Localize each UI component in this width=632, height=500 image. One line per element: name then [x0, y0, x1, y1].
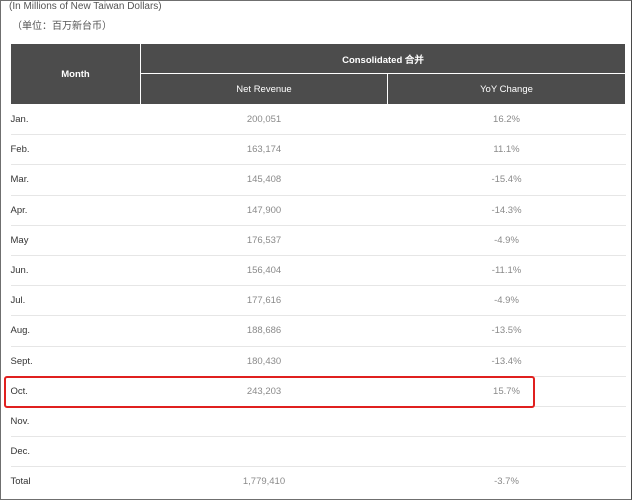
month-cell: Apr.: [10, 195, 141, 226]
net-revenue-cell: 163,174: [140, 134, 388, 166]
month-cell: Oct.: [10, 376, 141, 407]
month-cell: Jul.: [10, 285, 141, 317]
month-cell: Feb.: [10, 134, 141, 166]
net-revenue-cell: 145,408: [140, 164, 388, 196]
yoy-change-cell: [387, 436, 626, 468]
month-cell: Aug.: [10, 315, 141, 347]
table-row: Jan. 200,051 16.2%: [10, 104, 626, 136]
month-cell: Total: [10, 476, 31, 488]
yoy-change-cell: -15.4%: [387, 164, 626, 196]
column-group-header-consolidated: Consolidated 合并: [140, 43, 626, 74]
table-row-highlighted: Oct. 243,203 15.7%: [10, 376, 626, 407]
table-body: Jan. 200,051 16.2% Feb. 163,174 11.1% Ma…: [10, 104, 626, 497]
yoy-change-cell: -14.3%: [387, 195, 626, 226]
net-revenue-cell: [140, 406, 388, 438]
unit-note-english: (In Millions of New Taiwan Dollars): [9, 1, 162, 12]
table-row: May 176,537 -4.9%: [10, 225, 626, 256]
yoy-change-cell: -13.4%: [387, 346, 626, 377]
table-row: Apr. 147,900 -14.3%: [10, 195, 626, 226]
yoy-change-cell: 15.7%: [387, 376, 626, 407]
column-header-month: Month: [10, 43, 141, 105]
month-cell: Nov.: [10, 406, 141, 438]
yoy-change-cell: -13.5%: [387, 315, 626, 347]
column-header-yoy-change: YoY Change: [387, 73, 626, 105]
unit-note-chinese: （单位：百万新台币）: [12, 21, 112, 32]
yoy-change-cell: -4.9%: [387, 225, 626, 256]
yoy-change-cell: 11.1%: [387, 134, 626, 166]
net-revenue-cell: 200,051: [140, 104, 388, 136]
monthly-revenue-table: Month Consolidated 合并 Net Revenue YoY Ch…: [10, 43, 626, 496]
table-row: Sept. 180,430 -13.4%: [10, 346, 626, 377]
yoy-change-cell: [387, 406, 626, 438]
net-revenue-cell: 176,537: [140, 225, 388, 256]
table-row: Nov.: [10, 406, 626, 438]
month-cell: Jan.: [10, 104, 141, 136]
table-row: Jun. 156,404 -11.1%: [10, 255, 626, 287]
table-header: Month Consolidated 合并 Net Revenue YoY Ch…: [10, 43, 626, 105]
net-revenue-cell: 1,779,410: [242, 476, 286, 488]
month-cell: Jun.: [10, 255, 141, 287]
table-row: Mar. 145,408 -15.4%: [10, 164, 626, 196]
net-revenue-cell: 180,430: [140, 346, 388, 377]
net-revenue-cell: 147,900: [140, 195, 388, 226]
net-revenue-cell: 156,404: [140, 255, 388, 287]
yoy-change-cell: -3.7%: [494, 476, 519, 488]
month-cell: Dec.: [10, 436, 141, 468]
table-row: Feb. 163,174 11.1%: [10, 134, 626, 166]
yoy-change-cell: -11.1%: [387, 255, 626, 287]
month-cell: Sept.: [10, 346, 141, 377]
net-revenue-cell: 243,203: [140, 376, 388, 407]
month-cell: May: [10, 225, 141, 256]
column-header-net-revenue: Net Revenue: [140, 73, 388, 105]
net-revenue-cell: 177,616: [140, 285, 388, 317]
yoy-change-cell: 16.2%: [387, 104, 626, 136]
table-row: Jul. 177,616 -4.9%: [10, 285, 626, 317]
month-cell: Mar.: [10, 164, 141, 196]
table-row: Aug. 188,686 -13.5%: [10, 315, 626, 347]
net-revenue-cell: 188,686: [140, 315, 388, 347]
net-revenue-cell: [140, 436, 388, 468]
yoy-change-cell: -4.9%: [387, 285, 626, 317]
table-row: Dec.: [10, 436, 626, 468]
table-row-total: Total 1,779,410 -3.7%: [11, 467, 626, 497]
